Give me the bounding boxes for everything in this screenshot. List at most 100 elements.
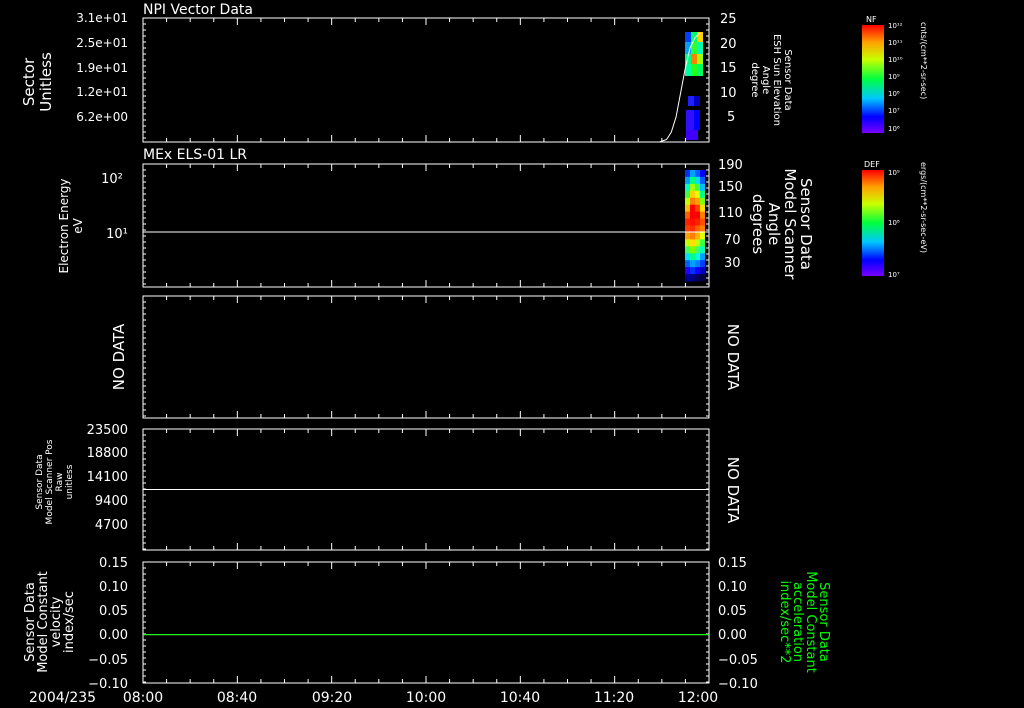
spectrogram-cell bbox=[690, 170, 695, 178]
panel-npi: NPI Vector Data 3.1e+01 2.5e+01 1.9e+01 … bbox=[20, 2, 793, 143]
spectrogram-cell bbox=[697, 64, 703, 76]
sp-tick: 14100 bbox=[87, 470, 128, 485]
c-right-tick: −0.05 bbox=[718, 653, 758, 668]
sp-tick: 18800 bbox=[87, 446, 128, 461]
panel-npi-left-tick-labels: 3.1e+01 2.5e+01 1.9e+01 1.2e+01 6.2e+00 bbox=[76, 11, 128, 124]
spectrogram-cell bbox=[685, 253, 690, 261]
spectrogram-cell bbox=[685, 211, 690, 219]
spectrogram-cell bbox=[695, 204, 700, 213]
spectrogram-cell bbox=[685, 176, 690, 185]
svg-text:index/sec: index/sec bbox=[62, 591, 77, 653]
spectrogram-cell bbox=[695, 197, 700, 206]
svg-text:degree: degree bbox=[749, 62, 760, 97]
panel-els-frame bbox=[142, 163, 710, 288]
panel-npi-spectrogram bbox=[685, 32, 703, 140]
c-left-tick: 0.15 bbox=[99, 556, 128, 571]
spectrogram-cell bbox=[695, 183, 700, 192]
colorbar-def-tick: 10⁷ bbox=[888, 271, 900, 279]
spectrogram-cell bbox=[685, 260, 690, 268]
colorbar-nf-tick: 10⁷ bbox=[888, 107, 900, 115]
spectrogram-cell bbox=[690, 183, 695, 192]
c-left-tick: 0.00 bbox=[99, 628, 128, 643]
spectrogram-cell bbox=[700, 218, 705, 226]
svg-text:Sensor Data: Sensor Data bbox=[35, 454, 45, 509]
spectrogram-cell bbox=[695, 274, 700, 282]
spectrogram-cell bbox=[697, 32, 703, 42]
spectrogram-cell bbox=[695, 267, 700, 275]
els-left-tick: 10¹ bbox=[106, 227, 128, 242]
spectrogram-cell bbox=[685, 239, 690, 247]
spectrogram-cell bbox=[685, 190, 690, 199]
time-tick-label: 09:20 bbox=[312, 690, 352, 706]
spectrogram-cell bbox=[697, 42, 703, 54]
time-tick-label: 11:20 bbox=[594, 690, 634, 706]
time-tick-label: 12:00 bbox=[678, 690, 718, 706]
spectrogram-cell bbox=[700, 176, 705, 185]
spectrogram-cell bbox=[695, 176, 700, 185]
spectrogram-cell bbox=[685, 246, 690, 254]
svg-text:unitless: unitless bbox=[65, 464, 75, 499]
els-left-tick: 10² bbox=[101, 172, 123, 187]
colorbar-nf-tick: 10¹² bbox=[888, 22, 903, 30]
c-right-tick: 0.05 bbox=[718, 604, 747, 619]
time-axis: 2004/235 08:00 08:40 09:20 10:00 10:40 1… bbox=[29, 690, 718, 706]
svg-text:degrees: degrees bbox=[749, 194, 767, 255]
spectrogram-cell bbox=[694, 96, 700, 106]
plot-figure: NPI Vector Data 3.1e+01 2.5e+01 1.9e+01 … bbox=[20, 2, 928, 706]
svg-text:eV: eV bbox=[71, 217, 85, 233]
panel-els-ylabel-right: Sensor Data Model Scanner Angle degrees bbox=[749, 168, 815, 280]
time-tick-label: 10:40 bbox=[500, 690, 540, 706]
colorbar-def-gradient bbox=[862, 170, 884, 276]
svg-text:Sensor Data: Sensor Data bbox=[782, 49, 793, 110]
panel-els-right-tick-labels: 190 150 110 70 30 bbox=[718, 158, 743, 271]
svg-text:Sector: Sector bbox=[20, 57, 38, 106]
time-tick-label: 10:00 bbox=[406, 690, 446, 706]
panel-els-ticks bbox=[142, 164, 710, 287]
panel-els: MEx ELS-01 LR 10² 10¹ 190 150 110 70 30 … bbox=[57, 147, 815, 288]
svg-text:Model Scanner Pos: Model Scanner Pos bbox=[45, 439, 55, 524]
els-right-tick: 150 bbox=[718, 180, 743, 195]
spectrogram-cell bbox=[688, 96, 694, 106]
panel-els-left-tick-labels: 10² 10¹ bbox=[101, 172, 128, 242]
colorbar-nf-tick: 10⁹ bbox=[888, 73, 900, 81]
colorbar-def-label: DEF bbox=[864, 160, 880, 169]
spectrogram-cell bbox=[690, 204, 695, 213]
svg-text:Unitless: Unitless bbox=[37, 52, 55, 112]
spectrogram-cell bbox=[700, 267, 705, 275]
spectrogram-cell bbox=[685, 170, 690, 178]
panel-constant-frame bbox=[142, 561, 710, 684]
panel-npi-ylabel-left: Sector Unitless bbox=[20, 52, 55, 112]
spectrogram-cell bbox=[695, 190, 700, 199]
spectrogram-cell bbox=[690, 218, 695, 226]
panel-constant-ylabel-right: Sensor Data Model Constant acceleration … bbox=[777, 571, 831, 673]
panel-constant-ylabel-left: Sensor Data Model Constant velocity inde… bbox=[23, 571, 77, 673]
panel-scanner-pos-ylabel-left: Sensor Data Model Scanner Pos Raw unitle… bbox=[35, 439, 75, 524]
spectrogram-cell bbox=[685, 218, 690, 226]
spectrogram-cell bbox=[695, 170, 700, 178]
spectrogram-cell bbox=[685, 32, 691, 42]
spectrogram-cell bbox=[690, 232, 695, 240]
spectrogram-cell bbox=[694, 110, 700, 130]
panel-scanner-pos-tick-labels: 23500 18800 14100 9400 4700 bbox=[87, 423, 128, 533]
spectrogram-cell bbox=[700, 232, 705, 240]
spectrogram-cell bbox=[690, 190, 695, 199]
colorbar-def-units: ergs/(cm**2-sr-sec-eV) bbox=[919, 162, 928, 253]
spectrogram-cell bbox=[685, 274, 690, 282]
spectrogram-cell bbox=[700, 239, 705, 247]
panel-npi-right-tick-labels: 25 20 15 10 5 bbox=[720, 12, 737, 125]
colorbar-def-tick: 10⁹ bbox=[888, 169, 900, 177]
npi-right-tick: 20 bbox=[720, 37, 737, 52]
panel-nodata-right-label: NO DATA bbox=[724, 324, 742, 391]
panel-constant: 0.15 0.10 0.05 0.00 −0.05 −0.10 0.15 0.1… bbox=[23, 556, 831, 692]
npi-left-tick: 3.1e+01 bbox=[76, 11, 128, 25]
spectrogram-cell bbox=[700, 204, 705, 213]
spectrogram-cell bbox=[686, 110, 694, 130]
colorbar-def-tick: 10⁸ bbox=[888, 219, 900, 227]
colorbar-nf-gradient bbox=[862, 25, 884, 133]
panel-npi-ylabel-right: Sensor Data ESH Sun Elevation Angle degr… bbox=[749, 34, 793, 126]
spectrogram-cell bbox=[685, 183, 690, 192]
spectrogram-cell bbox=[700, 197, 705, 206]
svg-text:Angle: Angle bbox=[760, 66, 771, 94]
colorbar-nf-tick: 10⁸ bbox=[888, 90, 900, 98]
spectrogram-cell bbox=[700, 253, 705, 261]
